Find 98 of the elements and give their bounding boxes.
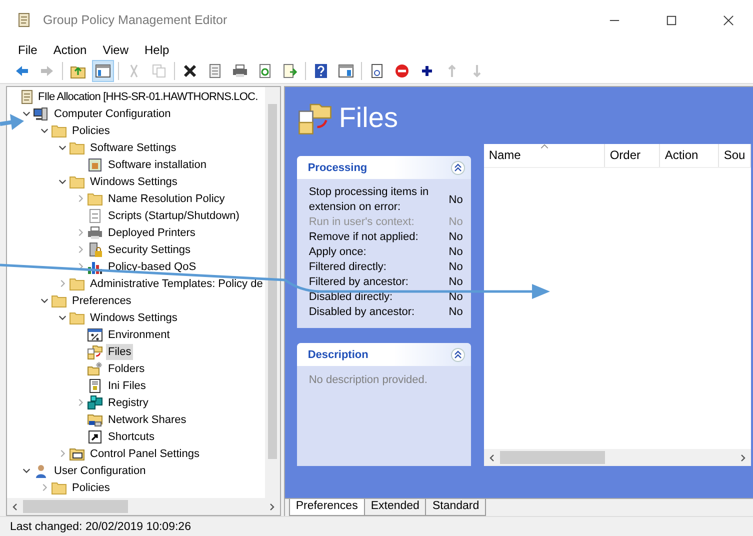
tree-toolbar-icon[interactable]	[93, 61, 113, 81]
property-value: No	[448, 215, 463, 230]
vertical-scrollbar[interactable]	[264, 87, 280, 498]
registry-cubes-icon	[87, 394, 103, 410]
tree-item[interactable]: Security Settings	[106, 242, 193, 258]
horizontal-scrollbar[interactable]	[7, 498, 280, 515]
property-value: No	[448, 275, 463, 290]
tree-item[interactable]: Files	[106, 344, 134, 360]
installer-icon	[87, 156, 103, 172]
window-title: Group Policy Management Editor	[43, 13, 228, 27]
tab[interactable]: Extended	[364, 499, 426, 516]
tab[interactable]: Standard	[425, 499, 486, 516]
tree-item[interactable]: User Configuration	[52, 462, 148, 478]
tree-item[interactable]: Computer Configuration	[52, 106, 173, 122]
tree-item[interactable]: Folders	[106, 360, 147, 376]
property-label: Remove if not applied:	[308, 230, 418, 245]
property-value: No	[448, 290, 463, 305]
collapse-chevron-icon[interactable]	[58, 313, 66, 322]
property-value: No	[448, 245, 463, 260]
property-label: Disabled directly:	[308, 290, 393, 305]
tree-item[interactable]: Preferences	[70, 292, 134, 308]
collapse-chevron-icon[interactable]	[40, 126, 48, 135]
tree-item[interactable]: Name Resolution Policy	[106, 190, 227, 206]
tree-item[interactable]: Policy-based QoS	[106, 258, 198, 274]
menu-item[interactable]: View	[94, 42, 136, 56]
menu-item[interactable]: Help	[136, 42, 178, 56]
tree-item[interactable]: Scripts (Startup/Shutdown)	[106, 208, 242, 224]
tree-item[interactable]: Software Settings	[88, 140, 178, 156]
tree-item[interactable]: Policies	[70, 122, 112, 138]
menu-item[interactable]: File	[10, 42, 46, 56]
maximize-icon[interactable]	[666, 14, 677, 26]
ini-file-icon	[87, 378, 103, 394]
collapse-chevron-icon[interactable]	[22, 109, 30, 118]
property-label: Disabled by ancestor:	[308, 305, 415, 320]
tree-item[interactable]: Policies	[70, 480, 112, 496]
card-title: Processing	[308, 162, 368, 174]
description-text: No description provided.	[308, 373, 428, 388]
app-scroll-icon	[16, 12, 32, 28]
property-label: Stop processing items in extension on error:	[308, 185, 430, 215]
close-icon[interactable]	[723, 14, 734, 26]
collapse-chevron-icon[interactable]	[58, 143, 66, 152]
collapse-icon[interactable]	[450, 160, 465, 174]
tree-item[interactable]: Shortcuts	[106, 428, 156, 444]
folder-icon	[69, 276, 85, 292]
property-value: No	[448, 192, 463, 208]
folder-icon	[69, 140, 85, 156]
tree-item[interactable]: Environment	[106, 326, 172, 342]
property-label: Run in user's context:	[308, 215, 414, 230]
computer-icon	[33, 106, 49, 122]
folder-icon	[51, 292, 67, 308]
property-value: No	[448, 260, 463, 275]
column-header[interactable]: Action	[660, 144, 719, 167]
folder-icon	[69, 174, 85, 190]
padlock-server-icon	[87, 242, 103, 258]
status-text: Last changed: 20/02/2019 10:09:26	[10, 520, 191, 532]
folder-icon	[69, 310, 85, 326]
tab[interactable]: Preferences	[288, 499, 365, 516]
tree-root[interactable]: FIle Allocation [HHS-SR-01.HAWTHORNS.LOC.	[38, 88, 258, 104]
tree-item[interactable]: Administrative Templates: Policy de	[88, 276, 265, 292]
files-icon	[87, 344, 103, 360]
property-label: Filtered by ancestor:	[308, 275, 408, 290]
tree-item[interactable]: Registry	[106, 394, 150, 410]
percent-window-icon	[87, 326, 103, 342]
collapse-chevron-icon[interactable]	[22, 466, 30, 475]
network-folder-icon	[87, 412, 103, 428]
card-title: Description	[308, 348, 368, 360]
property-value: No	[448, 230, 463, 245]
tree-item[interactable]: Software installation	[106, 156, 208, 172]
shortcut-icon	[87, 428, 103, 444]
menu-item[interactable]: Action	[45, 42, 95, 56]
tree-item[interactable]: Windows Settings	[88, 310, 180, 326]
printer-icon	[87, 224, 103, 240]
collapse-icon[interactable]	[450, 348, 465, 362]
script-icon	[87, 208, 103, 224]
control-panel-icon	[69, 446, 85, 462]
column-header[interactable]: Sou	[718, 144, 752, 167]
tree-item[interactable]: Ini Files	[106, 378, 148, 394]
folder-sparkle-icon	[87, 360, 103, 376]
tree-item[interactable]: Windows Settings	[88, 174, 180, 190]
annotation-arrow	[0, 114, 24, 130]
column-header[interactable]: Name	[484, 144, 605, 167]
property-label: Filtered directly:	[308, 260, 386, 275]
folder-icon	[51, 122, 67, 138]
collapse-chevron-icon[interactable]	[58, 177, 66, 186]
section-title: Files	[338, 102, 398, 134]
user-icon	[33, 462, 49, 478]
property-value: No	[448, 305, 463, 320]
folder-icon	[51, 480, 67, 496]
column-header[interactable]: Order	[604, 144, 660, 167]
collapse-chevron-icon[interactable]	[40, 296, 48, 305]
property-label: Apply once:	[308, 245, 366, 260]
tree-item[interactable]: Deployed Printers	[106, 224, 198, 240]
scroll-icon	[19, 88, 35, 104]
folder-icon	[87, 190, 103, 206]
tree-item[interactable]: Control Panel Settings	[88, 446, 202, 462]
horizontal-scrollbar[interactable]	[484, 449, 752, 466]
sort-caret-icon	[540, 144, 549, 149]
tree-item[interactable]: Network Shares	[106, 412, 188, 428]
